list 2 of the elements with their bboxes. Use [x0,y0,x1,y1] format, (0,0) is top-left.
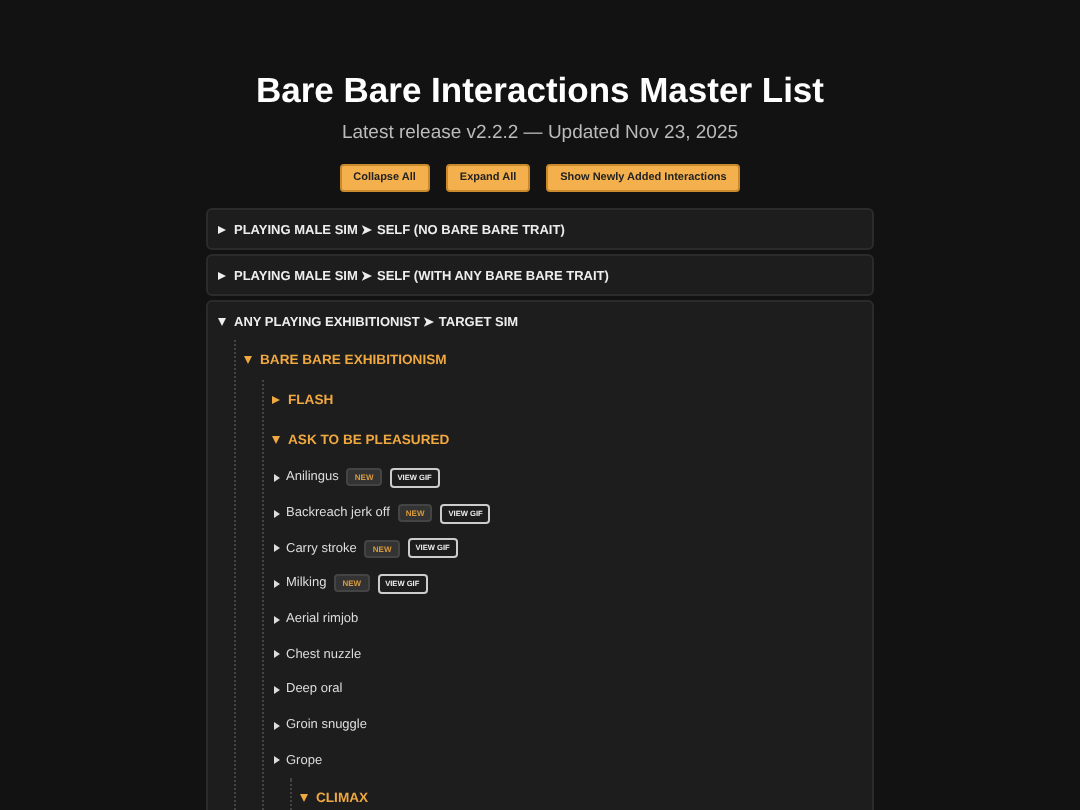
page-title: Bare Bare Interactions Master List [254,70,826,110]
release-info: Latest release v2.2.2 — Updated Nov 23, 2025 [339,122,741,146]
